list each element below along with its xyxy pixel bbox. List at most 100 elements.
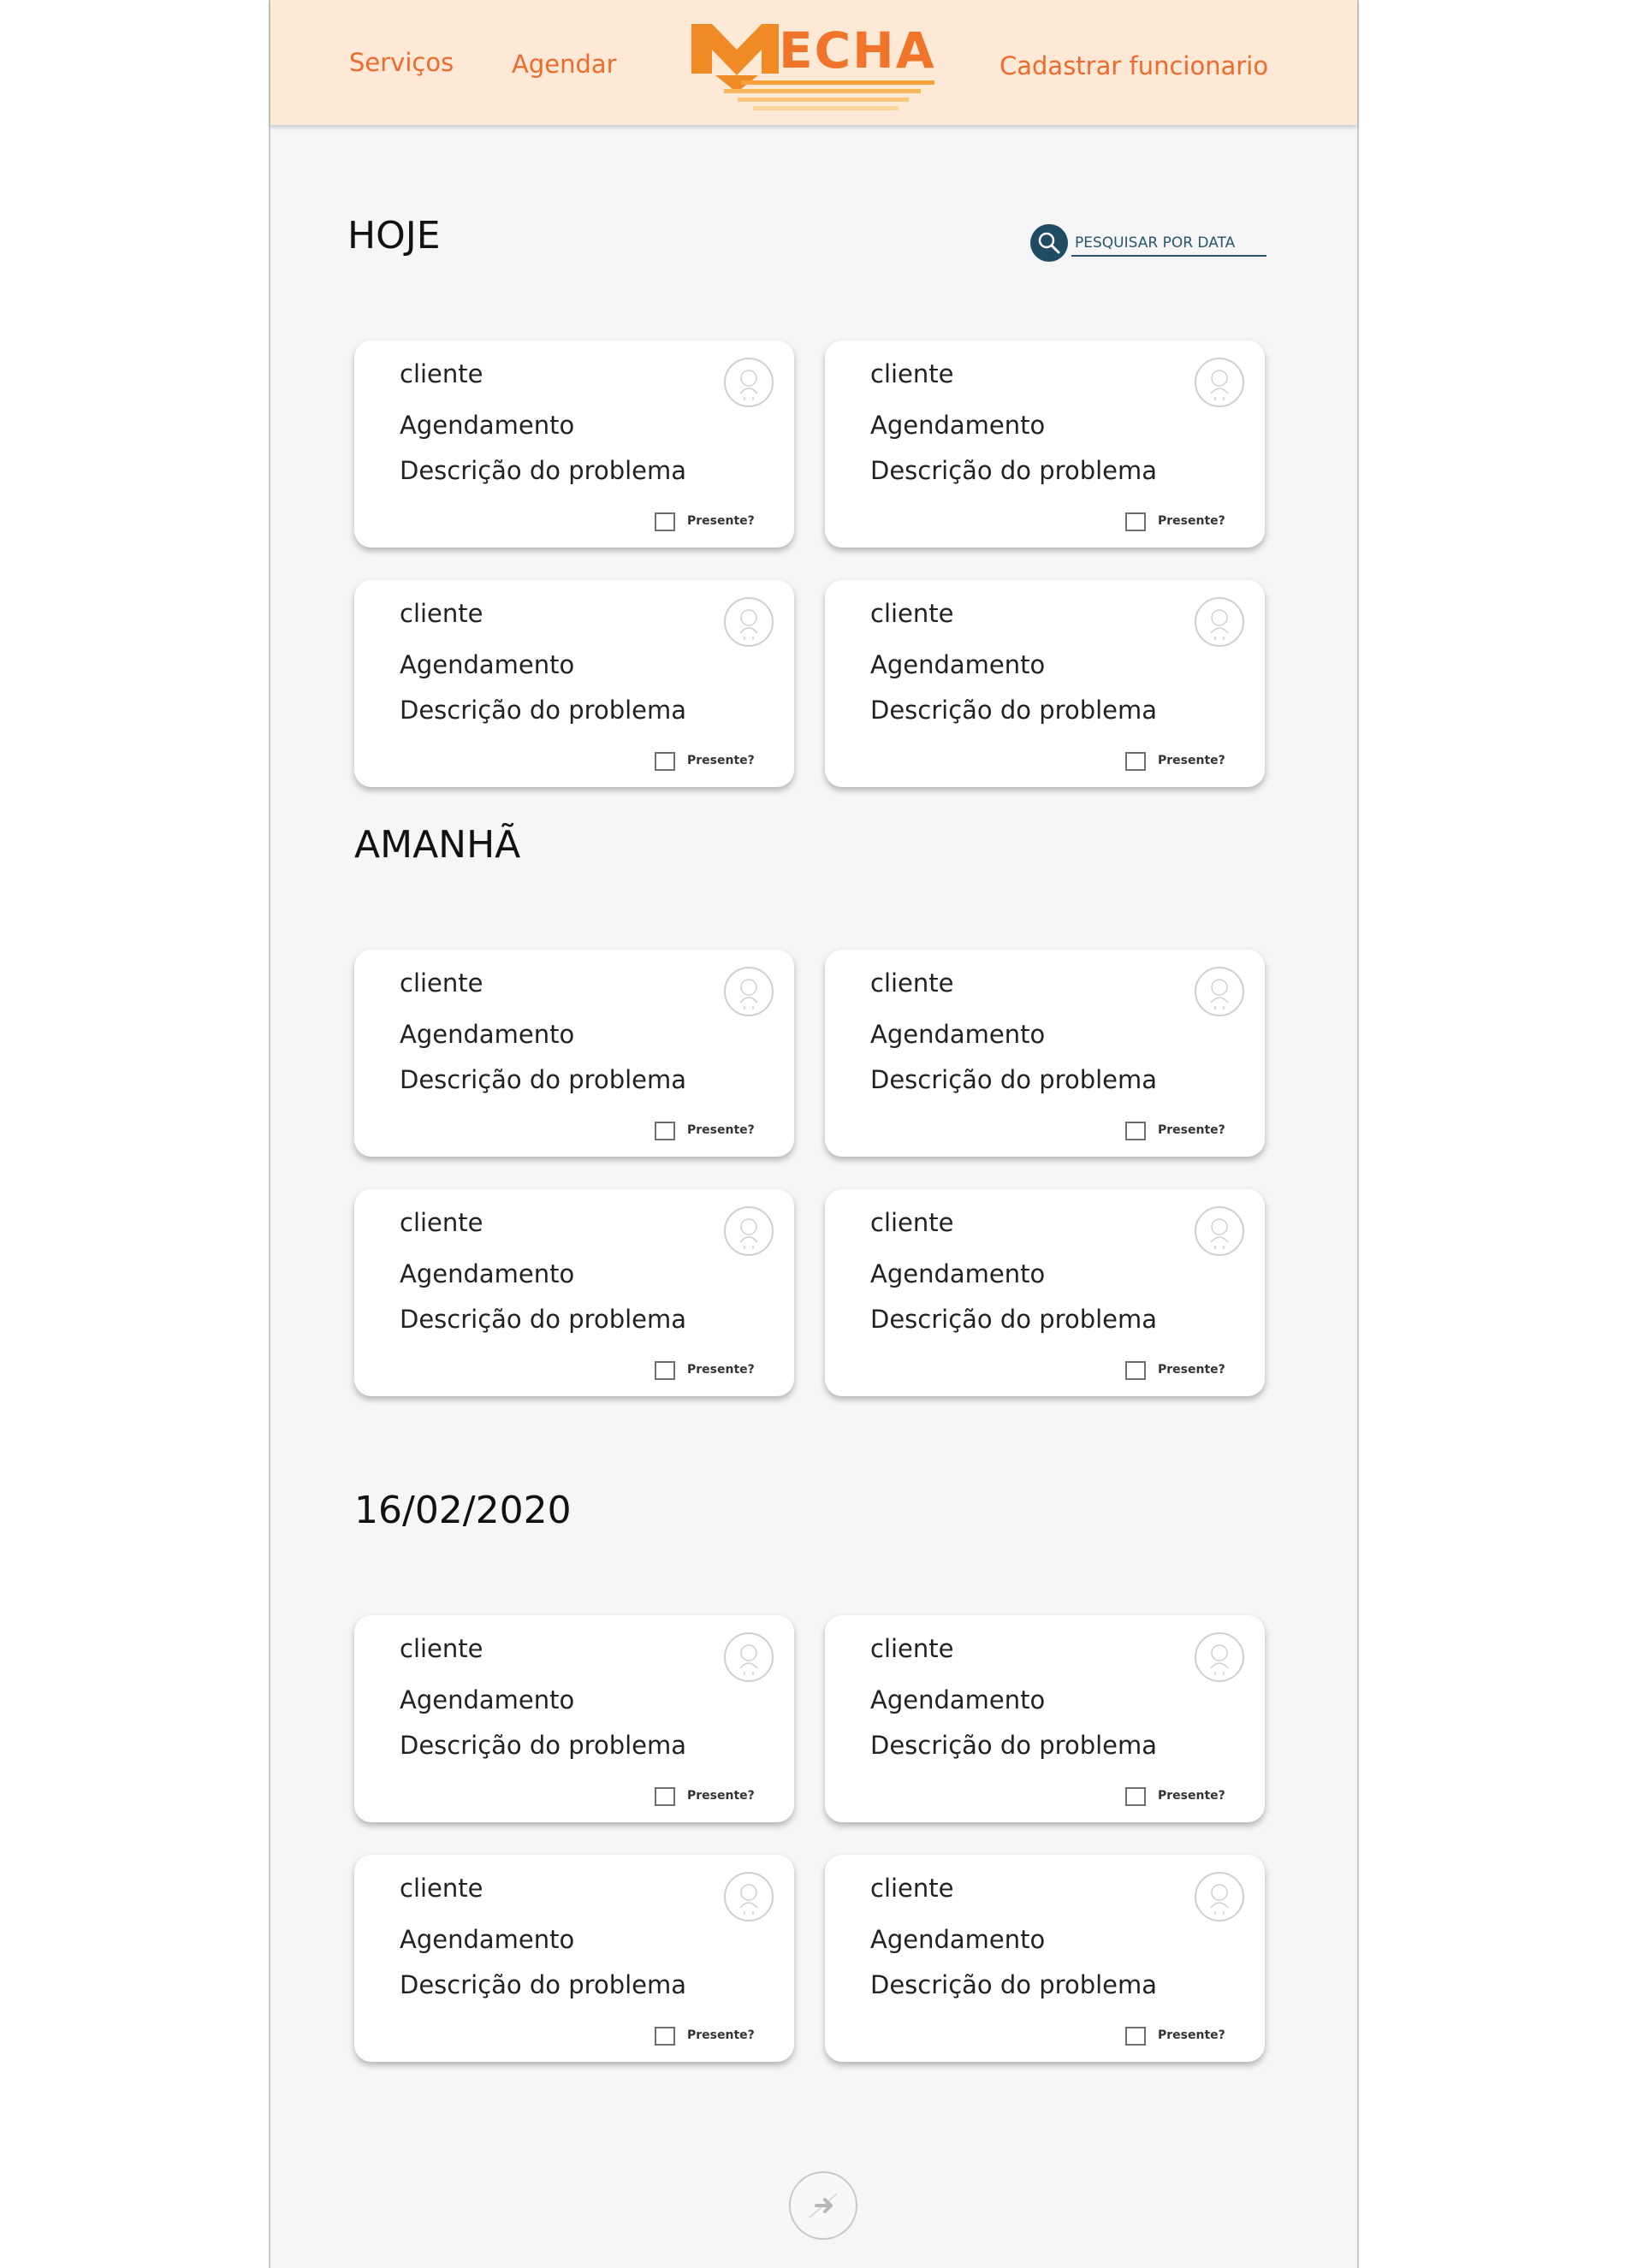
card-client: cliente (400, 1874, 483, 1903)
mechanic-avatar-icon (724, 358, 774, 407)
present-label: Presente? (1158, 1789, 1225, 1803)
card-description: Descrição do problema (870, 1731, 1158, 1760)
mechanic-avatar-icon (1195, 1206, 1244, 1256)
mechanic-avatar-icon (1195, 1632, 1244, 1682)
present-label: Presente? (687, 1123, 755, 1137)
present-checkbox[interactable] (655, 512, 675, 531)
search-underline (1071, 255, 1266, 257)
card-description: Descrição do problema (870, 1065, 1158, 1094)
section-title-amanha: AMANHÃ (354, 823, 521, 867)
card-description: Descrição do problema (400, 1970, 687, 1999)
present-label: Presente? (1158, 514, 1225, 528)
present-label: Presente? (1158, 1363, 1225, 1377)
card-schedule: Agendamento (400, 411, 575, 440)
search-label: PESQUISAR POR DATA (1075, 234, 1236, 252)
present-checkbox[interactable] (655, 1361, 675, 1380)
present-checkbox[interactable] (655, 1122, 675, 1140)
present-label: Presente? (687, 2028, 755, 2042)
card-description: Descrição do problema (870, 696, 1158, 725)
present-checkbox[interactable] (1125, 1361, 1146, 1380)
card-client: cliente (870, 1208, 954, 1237)
present-label: Presente? (687, 1789, 755, 1803)
logo-text: ECHA (779, 21, 936, 80)
card-description: Descrição do problema (400, 1731, 687, 1760)
appointment-card[interactable]: cliente Agendamento Descrição do problem… (354, 340, 794, 548)
card-description: Descrição do problema (400, 456, 687, 485)
card-client: cliente (870, 1874, 954, 1903)
app-frame: Serviços Agendar ECHA Cadastrar funciona… (269, 0, 1359, 2268)
card-client: cliente (400, 359, 483, 388)
mechanic-avatar-icon (724, 1206, 774, 1256)
card-schedule: Agendamento (400, 650, 575, 679)
present-label: Presente? (687, 1363, 755, 1377)
present-label: Presente? (1158, 2028, 1225, 2042)
card-description: Descrição do problema (400, 696, 687, 725)
mechanic-avatar-icon (1195, 358, 1244, 407)
appointment-card[interactable]: cliente Agendamento Descrição do problem… (354, 1855, 794, 2062)
arrow-right-icon (809, 2193, 838, 2218)
card-client: cliente (870, 599, 954, 628)
present-checkbox[interactable] (655, 752, 675, 771)
navbar: Serviços Agendar ECHA Cadastrar funciona… (270, 0, 1357, 125)
next-page-button[interactable] (789, 2171, 857, 2240)
nav-link-agendar[interactable]: Agendar (512, 50, 617, 79)
mechanic-avatar-icon (724, 967, 774, 1016)
appointment-card[interactable]: cliente Agendamento Descrição do problem… (825, 580, 1265, 787)
card-schedule: Agendamento (870, 1259, 1046, 1288)
card-description: Descrição do problema (400, 1065, 687, 1094)
present-label: Presente? (1158, 1123, 1225, 1137)
card-description: Descrição do problema (870, 1305, 1158, 1334)
appointment-card[interactable]: cliente Agendamento Descrição do problem… (354, 1615, 794, 1822)
mechanic-avatar-icon (724, 1632, 774, 1682)
present-label: Presente? (1158, 754, 1225, 767)
appointment-card[interactable]: cliente Agendamento Descrição do problem… (825, 340, 1265, 548)
appointment-card[interactable]: cliente Agendamento Descrição do problem… (354, 950, 794, 1157)
card-description: Descrição do problema (400, 1305, 687, 1334)
section-title-date: 16/02/2020 (354, 1489, 572, 1532)
mechanic-avatar-icon (1195, 1872, 1244, 1922)
appointment-card[interactable]: cliente Agendamento Descrição do problem… (354, 580, 794, 787)
card-schedule: Agendamento (870, 411, 1046, 440)
card-schedule: Agendamento (400, 1685, 575, 1714)
card-description: Descrição do problema (870, 456, 1158, 485)
card-client: cliente (400, 1208, 483, 1237)
card-client: cliente (870, 1634, 954, 1663)
present-checkbox[interactable] (1125, 512, 1146, 531)
appointment-card[interactable]: cliente Agendamento Descrição do problem… (825, 1615, 1265, 1822)
card-client: cliente (870, 359, 954, 388)
card-schedule: Agendamento (870, 1925, 1046, 1954)
card-schedule: Agendamento (400, 1020, 575, 1049)
appointment-card[interactable]: cliente Agendamento Descrição do problem… (825, 1855, 1265, 2062)
card-client: cliente (870, 968, 954, 998)
search-by-date[interactable]: PESQUISAR POR DATA (1030, 224, 1266, 264)
present-checkbox[interactable] (655, 2027, 675, 2046)
card-client: cliente (400, 599, 483, 628)
present-label: Presente? (687, 754, 755, 767)
card-schedule: Agendamento (870, 1020, 1046, 1049)
mechanic-avatar-icon (724, 1872, 774, 1922)
present-checkbox[interactable] (1125, 1122, 1146, 1140)
search-icon[interactable] (1030, 224, 1068, 262)
card-schedule: Agendamento (870, 650, 1046, 679)
mecha-logo[interactable]: ECHA (690, 17, 946, 113)
present-checkbox[interactable] (655, 1787, 675, 1806)
nav-link-cadastrar-funcionario[interactable]: Cadastrar funcionario (999, 51, 1268, 80)
mechanic-avatar-icon (1195, 597, 1244, 647)
card-client: cliente (400, 968, 483, 998)
present-checkbox[interactable] (1125, 752, 1146, 771)
section-title-hoje: HOJE (347, 214, 441, 258)
card-schedule: Agendamento (400, 1925, 575, 1954)
mechanic-avatar-icon (724, 597, 774, 647)
present-checkbox[interactable] (1125, 2027, 1146, 2046)
card-client: cliente (400, 1634, 483, 1663)
appointment-card[interactable]: cliente Agendamento Descrição do problem… (825, 1189, 1265, 1396)
present-checkbox[interactable] (1125, 1787, 1146, 1806)
card-schedule: Agendamento (870, 1685, 1046, 1714)
card-description: Descrição do problema (870, 1970, 1158, 1999)
appointment-card[interactable]: cliente Agendamento Descrição do problem… (825, 950, 1265, 1157)
appointment-card[interactable]: cliente Agendamento Descrição do problem… (354, 1189, 794, 1396)
nav-link-servicos[interactable]: Serviços (349, 48, 454, 77)
card-schedule: Agendamento (400, 1259, 575, 1288)
present-label: Presente? (687, 514, 755, 528)
mechanic-avatar-icon (1195, 967, 1244, 1016)
